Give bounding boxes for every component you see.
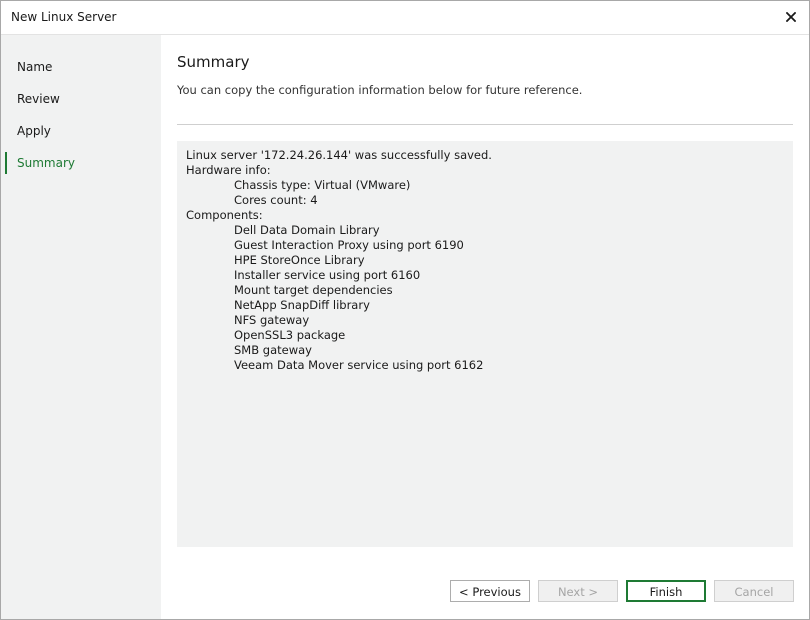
- summary-component-line: NFS gateway: [234, 313, 310, 327]
- close-icon: [786, 12, 796, 22]
- summary-component-line: OpenSSL3 package: [234, 328, 346, 342]
- summary-hardware-line: Cores count: 4: [234, 193, 318, 207]
- summary-saved-line: Linux server '172.24.26.144' was success…: [186, 148, 492, 162]
- next-button[interactable]: Next >: [538, 580, 618, 602]
- summary-components-header: Components:: [186, 208, 263, 222]
- window-title: New Linux Server: [11, 10, 117, 24]
- close-button[interactable]: [779, 5, 803, 29]
- sidebar-item-review[interactable]: Review: [17, 89, 60, 109]
- sidebar-item-summary[interactable]: Summary: [17, 153, 75, 173]
- title-bar: New Linux Server: [1, 1, 809, 35]
- summary-component-line: NetApp SnapDiff library: [234, 298, 370, 312]
- new-linux-server-dialog: New Linux Server Name Review Apply Summa…: [0, 0, 810, 620]
- divider: [177, 124, 793, 125]
- previous-button[interactable]: < Previous: [450, 580, 530, 602]
- summary-hardware-header: Hardware info:: [186, 163, 271, 177]
- sidebar-item-name[interactable]: Name: [17, 57, 52, 77]
- summary-component-line: Dell Data Domain Library: [234, 223, 380, 237]
- active-step-indicator: [5, 152, 7, 174]
- summary-component-line: Guest Interaction Proxy using port 6190: [234, 238, 464, 252]
- summary-component-line: HPE StoreOnce Library: [234, 253, 365, 267]
- sidebar-item-apply[interactable]: Apply: [17, 121, 51, 141]
- page-title: Summary: [177, 53, 250, 71]
- summary-component-line: SMB gateway: [234, 343, 312, 357]
- page-description: You can copy the configuration informati…: [177, 83, 583, 97]
- summary-component-line: Veeam Data Mover service using port 6162: [234, 358, 484, 372]
- summary-component-line: Mount target dependencies: [234, 283, 393, 297]
- summary-component-line: Installer service using port 6160: [234, 268, 421, 282]
- wizard-steps-sidebar: Name Review Apply Summary: [1, 35, 161, 619]
- cancel-button[interactable]: Cancel: [714, 580, 794, 602]
- main-content: Summary You can copy the configuration i…: [161, 35, 809, 619]
- finish-button[interactable]: Finish: [626, 580, 706, 602]
- summary-text: Linux server '172.24.26.144' was success…: [186, 148, 492, 373]
- summary-text-box[interactable]: Linux server '172.24.26.144' was success…: [177, 141, 793, 547]
- summary-hardware-line: Chassis type: Virtual (VMware): [234, 178, 411, 192]
